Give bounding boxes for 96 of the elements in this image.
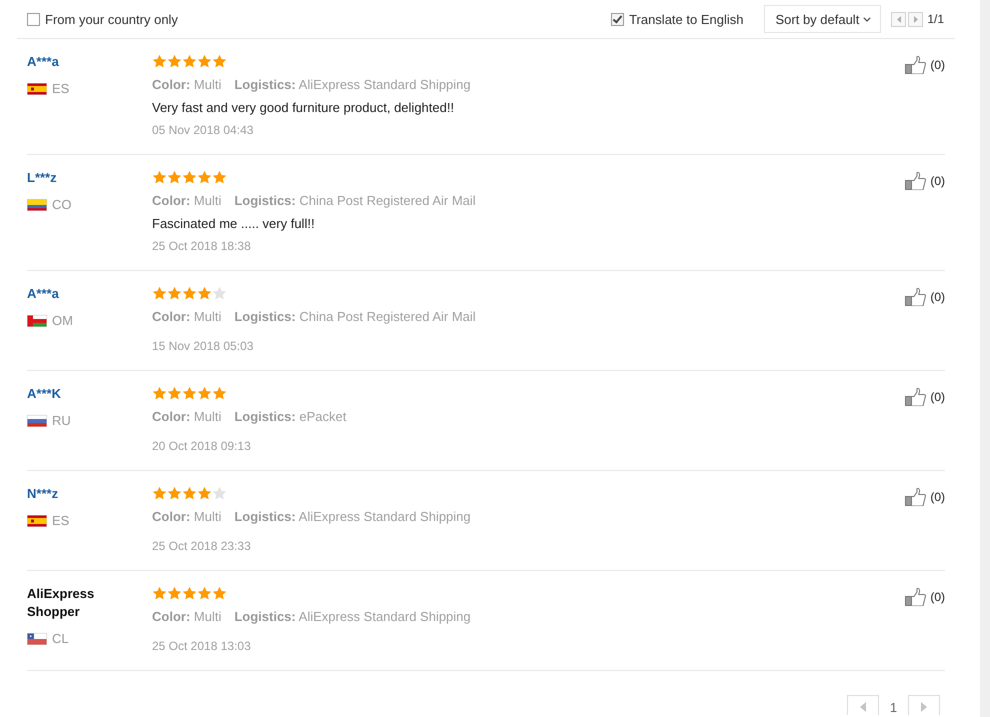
star-icon (212, 386, 227, 400)
like-button[interactable]: (0) (905, 588, 945, 606)
flag-icon (27, 83, 47, 95)
review-date: 20 Oct 2018 09:13 (152, 438, 251, 455)
order-attribute: Color: Multi (152, 508, 222, 526)
order-attribute: Logistics: China Post Registered Air Mail (234, 308, 476, 326)
star-icon (212, 586, 227, 600)
star-icon (182, 386, 197, 400)
thumbs-up-icon (905, 388, 928, 406)
star-icon (197, 586, 212, 600)
reviewer-name[interactable]: N***z (27, 485, 122, 503)
like-button[interactable]: (0) (905, 288, 945, 306)
flag-icon (27, 315, 47, 327)
star-icon (152, 486, 167, 500)
country-code: RU (52, 414, 71, 428)
star-icon (197, 170, 212, 184)
reviewer-name[interactable]: A***K (27, 385, 122, 403)
order-attribute: Logistics: AliExpress Standard Shipping (234, 608, 471, 626)
star-icon (152, 586, 167, 600)
review-date: 25 Oct 2018 18:38 (152, 238, 251, 255)
star-icon (167, 386, 182, 400)
like-button[interactable]: (0) (905, 388, 945, 406)
star-icon (167, 54, 182, 68)
checkbox[interactable] (27, 12, 40, 26)
review-date: 05 Nov 2018 04:43 (152, 122, 254, 139)
like-button[interactable]: (0) (905, 172, 945, 190)
previous-page-button[interactable] (891, 12, 906, 26)
star-icon (167, 486, 182, 500)
star-icon (182, 170, 197, 184)
star-icon (197, 386, 212, 400)
next-page-button[interactable] (908, 12, 924, 26)
star-icon (152, 386, 167, 400)
flag-icon (27, 515, 47, 527)
order-attribute: Color: Multi (152, 608, 222, 626)
flag-icon (27, 199, 47, 211)
next-page-button[interactable] (908, 695, 940, 715)
star-icon (212, 486, 227, 500)
star-icon (167, 170, 182, 184)
star-icon (197, 286, 212, 300)
star-icon (212, 286, 227, 300)
checkbox[interactable] (611, 12, 624, 26)
triangle-left-icon (896, 16, 901, 22)
review-date: 25 Oct 2018 23:33 (152, 538, 251, 555)
thumbs-up-icon (905, 56, 928, 74)
star-icon (182, 286, 197, 300)
page-number[interactable]: 1 (879, 695, 908, 715)
order-attribute: Color: Multi (152, 408, 222, 426)
review-text: Fascinated me ..... very full!! (152, 215, 315, 233)
thumbs-up-icon (905, 588, 928, 606)
star-icon (167, 586, 182, 600)
review-text: Very fast and very good furniture product, delighted!! (152, 99, 454, 117)
like-button[interactable]: (0) (905, 488, 945, 506)
reviewer-name[interactable]: A***a (27, 285, 122, 303)
reviewer-name[interactable]: A***a (27, 53, 122, 71)
star-icon (182, 486, 197, 500)
checkbox-label[interactable]: From your country only (45, 12, 178, 26)
star-icon (152, 170, 167, 184)
page-indicator: 1/1 (927, 12, 944, 26)
order-attribute: Logistics: ePacket (234, 408, 346, 426)
country-code: CL (52, 632, 69, 646)
order-attribute: Logistics: AliExpress Standard Shipping (234, 76, 471, 94)
country-code: ES (52, 514, 70, 528)
order-attribute: Logistics: China Post Registered Air Mail (234, 192, 476, 210)
checkbox-label[interactable]: Translate to English (629, 12, 744, 26)
thumbs-up-icon (905, 488, 928, 506)
star-icon (152, 286, 167, 300)
thumbs-up-icon (905, 172, 928, 190)
country-code: ES (52, 82, 70, 96)
country-code: CO (52, 198, 72, 212)
star-icon (212, 170, 227, 184)
review-date: 25 Oct 2018 13:03 (152, 638, 251, 655)
order-attribute: Color: Multi (152, 76, 222, 94)
caret-down-icon (863, 16, 872, 22)
star-icon (182, 54, 197, 68)
triangle-right-icon (914, 16, 918, 22)
flag-icon (27, 415, 47, 427)
star-icon (197, 54, 212, 68)
star-icon (167, 286, 182, 300)
star-icon (152, 54, 167, 68)
thumbs-up-icon (905, 288, 928, 306)
reviewer-name[interactable]: L***z (27, 169, 122, 187)
star-icon (197, 486, 212, 500)
like-button[interactable]: (0) (905, 56, 945, 74)
previous-page-button[interactable] (847, 695, 879, 715)
triangle-right-icon (921, 702, 927, 712)
country-code: OM (52, 314, 73, 328)
review-date: 15 Nov 2018 05:03 (152, 338, 254, 355)
order-attribute: Color: Multi (152, 192, 222, 210)
sort-dropdown[interactable]: Sort by default (764, 5, 882, 33)
flag-icon (27, 633, 47, 645)
order-attribute: Color: Multi (152, 308, 222, 326)
triangle-left-icon (860, 702, 866, 712)
star-icon (212, 54, 227, 68)
star-icon (182, 586, 197, 600)
reviewer-name: AliExpress Shopper (27, 585, 96, 621)
order-attribute: Logistics: AliExpress Standard Shipping (234, 508, 471, 526)
